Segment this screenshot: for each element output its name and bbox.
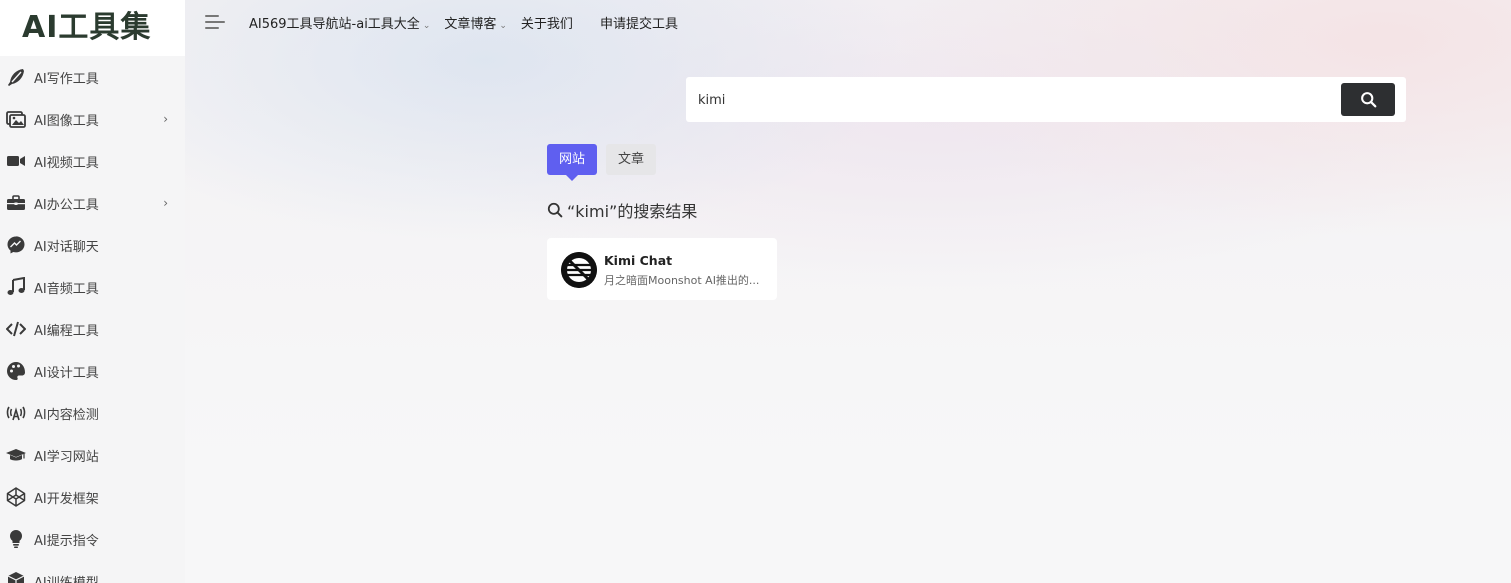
sidebar-item-label: AI设计工具	[34, 365, 99, 381]
sidebar-item-office[interactable]: AI办公工具 ›	[0, 182, 185, 224]
results-heading-text: “kimi”的搜索结果	[567, 202, 698, 221]
sidebar: AI工具集 AI写作工具 AI图像工具 › AI视频工具 AI办公工具 › AI…	[0, 0, 185, 583]
sidebar-item-label: AI办公工具	[34, 197, 99, 213]
search-button[interactable]	[1341, 83, 1395, 116]
top-navigation: AI569工具导航站-ai工具大全 ⌄ 文章博客 ⌄ 关于我们 申请提交工具	[185, 0, 1511, 44]
sidebar-item-label: AI图像工具	[34, 113, 99, 129]
sidebar-item-label: AI学习网站	[34, 449, 99, 465]
sidebar-item-chat[interactable]: AI对话聊天	[0, 224, 185, 266]
result-card-description: 月之暗面Moonshot AI推出的...	[604, 274, 760, 287]
sidebar-item-models[interactable]: AI训练模型	[0, 560, 185, 583]
search-icon	[547, 202, 563, 218]
sidebar-item-label: AI提示指令	[34, 533, 99, 549]
sidebar-item-label: AI对话聊天	[34, 239, 99, 255]
sidebar-item-label: AI开发框架	[34, 491, 99, 507]
nav-link-label: 关于我们	[520, 17, 573, 32]
code-icon	[5, 319, 27, 339]
search-results-heading: “kimi”的搜索结果	[547, 198, 697, 222]
search-icon	[1360, 92, 1376, 108]
sidebar-item-framework[interactable]: AI开发框架	[0, 476, 185, 518]
result-card-title: Kimi Chat	[604, 253, 673, 268]
palette-icon	[5, 361, 27, 381]
sidebar-item-prompts[interactable]: AI提示指令	[0, 518, 185, 560]
sidebar-item-image[interactable]: AI图像工具 ›	[0, 98, 185, 140]
sidebar-item-coding[interactable]: AI编程工具	[0, 308, 185, 350]
kimi-logo-icon	[561, 252, 597, 288]
nav-link-label: 文章博客	[444, 17, 497, 32]
feather-icon	[5, 67, 27, 87]
codepen-icon	[5, 487, 27, 507]
nav-links: AI569工具导航站-ai工具大全 ⌄ 文章博客 ⌄ 关于我们 申请提交工具	[249, 13, 692, 32]
nav-link-about[interactable]: 关于我们	[521, 13, 573, 32]
sidebar-item-design[interactable]: AI设计工具	[0, 350, 185, 392]
nav-link-blog[interactable]: 文章博客 ⌄	[444, 13, 507, 32]
tab-site[interactable]: 网站	[547, 144, 598, 181]
graduation-cap-icon	[5, 445, 27, 465]
chevron-down-icon: ⌄	[422, 21, 431, 31]
sidebar-item-writing[interactable]: AI写作工具	[0, 56, 185, 98]
search-box	[686, 77, 1406, 122]
search-input[interactable]	[698, 89, 1298, 111]
nav-link-label: AI569工具导航站-ai工具大全	[249, 17, 420, 32]
music-note-icon	[5, 277, 27, 297]
sidebar-item-detection[interactable]: AI内容检测	[0, 392, 185, 434]
sidebar-item-label: AI编程工具	[34, 323, 99, 339]
messenger-icon	[5, 235, 27, 255]
sidebar-item-label: AI视频工具	[34, 155, 99, 171]
sidebar-item-label: AI写作工具	[34, 71, 99, 87]
video-camera-icon	[5, 151, 27, 171]
chevron-right-icon: ›	[163, 112, 168, 126]
nav-link-home[interactable]: AI569工具导航站-ai工具大全 ⌄	[249, 13, 430, 32]
lightbulb-icon	[5, 529, 27, 549]
site-logo[interactable]: AI工具集	[22, 13, 151, 43]
sidebar-item-label: AI内容检测	[34, 407, 99, 423]
chevron-down-icon: ⌄	[499, 21, 507, 31]
sidebar-item-audio[interactable]: AI音频工具	[0, 266, 185, 308]
images-icon	[5, 109, 27, 129]
result-card[interactable]: Kimi Chat 月之暗面Moonshot AI推出的...	[547, 238, 777, 300]
sidebar-item-learning[interactable]: AI学习网站	[0, 434, 185, 476]
menu-toggle-icon[interactable]	[205, 13, 225, 31]
tab-article[interactable]: 文章	[606, 144, 657, 175]
nav-link-label: 申请提交工具	[599, 17, 678, 32]
broadcast-icon	[5, 403, 27, 423]
sidebar-item-label: AI音频工具	[34, 281, 99, 297]
cube-icon	[5, 571, 27, 583]
sidebar-menu: AI写作工具 AI图像工具 › AI视频工具 AI办公工具 › AI对话聊天 A…	[0, 56, 185, 583]
nav-link-submit-tool[interactable]: 申请提交工具	[600, 13, 678, 32]
sidebar-item-video[interactable]: AI视频工具	[0, 140, 185, 182]
chevron-right-icon: ›	[163, 196, 168, 210]
briefcase-icon	[5, 193, 27, 213]
logo-area[interactable]: AI工具集	[0, 0, 185, 56]
sidebar-item-label: AI训练模型	[34, 575, 99, 583]
